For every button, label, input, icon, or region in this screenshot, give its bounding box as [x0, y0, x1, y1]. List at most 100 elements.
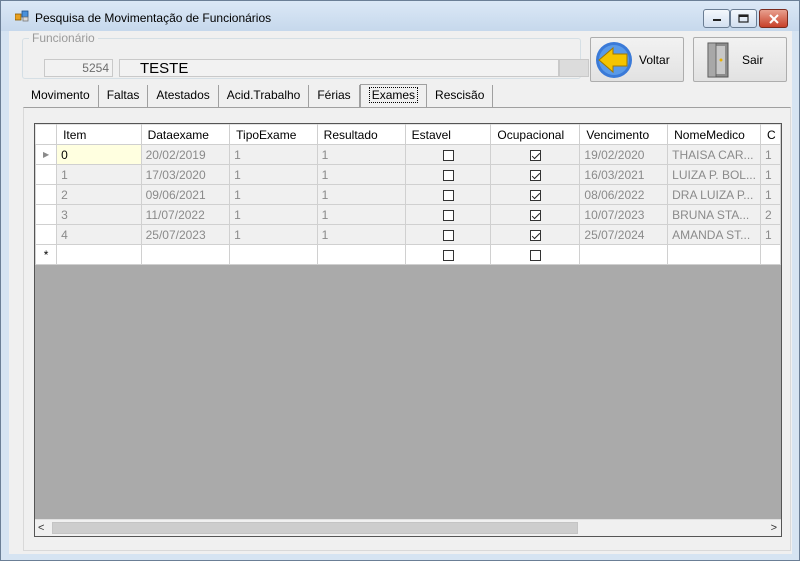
row-header-new[interactable]: * — [35, 244, 58, 265]
cell-vencimento[interactable]: 16/03/2021 — [579, 164, 669, 185]
employee-code-field[interactable]: 5254 — [44, 59, 113, 77]
col-header-dataexame[interactable]: Dataexame — [140, 124, 231, 145]
table-row[interactable]: 4 25/07/2023 1 1 25/07/2024 AMANDA ST...… — [35, 224, 781, 245]
cell-resultado[interactable]: 1 — [316, 204, 406, 225]
cell-nomemedico[interactable] — [667, 244, 761, 265]
cell-nomemedico[interactable]: LUIZA P. BOL... — [667, 164, 761, 185]
cell-vencimento[interactable]: 19/02/2020 — [579, 144, 669, 165]
row-header[interactable] — [35, 204, 58, 225]
cell-extra[interactable] — [759, 244, 781, 265]
title-bar[interactable]: Pesquisa de Movimentação de Funcionários — [1, 1, 799, 31]
cell-vencimento[interactable] — [579, 244, 669, 265]
cell-ocupacional[interactable] — [490, 244, 581, 265]
cell-nomemedico[interactable]: BRUNA STA... — [667, 204, 761, 225]
tab-ferias[interactable]: Férias — [309, 85, 360, 107]
exames-datagrid[interactable]: Item Dataexame TipoExame Resultado Estav… — [34, 123, 782, 537]
tab-faltas[interactable]: Faltas — [99, 85, 149, 107]
estavel-checkbox[interactable] — [442, 229, 454, 241]
corner-header[interactable] — [35, 124, 58, 145]
cell-extra[interactable]: 2 — [759, 204, 781, 225]
cell-tipoexame[interactable]: 1 — [229, 144, 318, 165]
scroll-left-arrow[interactable]: < — [38, 522, 44, 534]
table-row[interactable]: ▶ 0 20/02/2019 1 1 19/02/2020 THAISA CAR… — [35, 144, 781, 165]
close-button[interactable] — [759, 9, 788, 28]
cell-ocupacional[interactable] — [490, 164, 581, 185]
estavel-checkbox[interactable] — [442, 169, 454, 181]
employee-lookup-button[interactable] — [559, 59, 589, 77]
cell-estavel[interactable] — [404, 144, 492, 165]
cell-nomemedico[interactable]: DRA LUIZA P... — [667, 184, 761, 205]
ocupacional-checkbox[interactable] — [529, 149, 541, 161]
row-header[interactable] — [35, 184, 58, 205]
col-header-extra[interactable]: C — [759, 124, 781, 145]
cell-item[interactable]: 1 — [56, 164, 142, 185]
cell-tipoexame[interactable]: 1 — [229, 164, 318, 185]
cell-vencimento[interactable]: 08/06/2022 — [579, 184, 669, 205]
cell-dataexame[interactable] — [140, 244, 231, 265]
scroll-thumb[interactable] — [52, 522, 578, 534]
table-row[interactable]: 2 09/06/2021 1 1 08/06/2022 DRA LUIZA P.… — [35, 184, 781, 205]
cell-ocupacional[interactable] — [490, 184, 581, 205]
cell-resultado[interactable]: 1 — [316, 224, 406, 245]
cell-dataexame[interactable]: 25/07/2023 — [140, 224, 231, 245]
estavel-checkbox[interactable] — [442, 149, 454, 161]
cell-tipoexame[interactable]: 1 — [229, 184, 318, 205]
cell-ocupacional[interactable] — [490, 204, 581, 225]
cell-dataexame[interactable]: 09/06/2021 — [140, 184, 231, 205]
maximize-button[interactable] — [730, 9, 757, 28]
ocupacional-checkbox[interactable] — [529, 189, 541, 201]
cell-estavel[interactable] — [404, 244, 492, 265]
col-header-nomemedico[interactable]: NomeMedico — [667, 124, 761, 145]
col-header-tipoexame[interactable]: TipoExame — [229, 124, 318, 145]
col-header-item[interactable]: Item — [56, 124, 142, 145]
ocupacional-checkbox[interactable] — [529, 249, 541, 261]
employee-name-field[interactable]: TESTE — [119, 59, 559, 77]
cell-nomemedico[interactable]: AMANDA ST... — [667, 224, 761, 245]
cell-tipoexame[interactable] — [229, 244, 318, 265]
cell-resultado[interactable]: 1 — [316, 164, 406, 185]
estavel-checkbox[interactable] — [442, 189, 454, 201]
cell-resultado[interactable]: 1 — [316, 184, 406, 205]
row-header[interactable] — [35, 164, 58, 185]
ocupacional-checkbox[interactable] — [529, 169, 541, 181]
row-header-current[interactable]: ▶ — [35, 144, 58, 165]
cell-item[interactable] — [56, 244, 142, 265]
estavel-checkbox[interactable] — [442, 209, 454, 221]
row-header[interactable] — [35, 224, 58, 245]
tab-movimento[interactable]: Movimento — [23, 85, 99, 107]
new-row[interactable]: * — [35, 244, 781, 265]
ocupacional-checkbox[interactable] — [529, 209, 541, 221]
cell-extra[interactable]: 1 — [759, 144, 781, 165]
cell-estavel[interactable] — [404, 224, 492, 245]
cell-item[interactable]: 4 — [56, 224, 142, 245]
cell-vencimento[interactable]: 10/07/2023 — [579, 204, 669, 225]
ocupacional-checkbox[interactable] — [529, 229, 541, 241]
cell-dataexame[interactable]: 20/02/2019 — [140, 144, 231, 165]
cell-ocupacional[interactable] — [490, 144, 581, 165]
cell-item[interactable]: 0 — [56, 144, 142, 165]
cell-dataexame[interactable]: 11/07/2022 — [140, 204, 231, 225]
cell-nomemedico[interactable]: THAISA CAR... — [667, 144, 761, 165]
cell-estavel[interactable] — [404, 184, 492, 205]
voltar-button[interactable]: Voltar — [590, 37, 684, 82]
col-header-resultado[interactable]: Resultado — [316, 124, 406, 145]
tab-atestados[interactable]: Atestados — [148, 85, 219, 107]
col-header-ocupacional[interactable]: Ocupacional — [490, 124, 581, 145]
cell-vencimento[interactable]: 25/07/2024 — [579, 224, 669, 245]
cell-ocupacional[interactable] — [490, 224, 581, 245]
col-header-vencimento[interactable]: Vencimento — [579, 124, 669, 145]
cell-tipoexame[interactable]: 1 — [229, 204, 318, 225]
cell-item[interactable]: 2 — [56, 184, 142, 205]
cell-estavel[interactable] — [404, 164, 492, 185]
cell-tipoexame[interactable]: 1 — [229, 224, 318, 245]
cell-extra[interactable]: 1 — [759, 224, 781, 245]
scroll-right-arrow[interactable]: > — [771, 522, 777, 534]
tab-rescisao[interactable]: Rescisão — [427, 85, 494, 107]
cell-dataexame[interactable]: 17/03/2020 — [140, 164, 231, 185]
minimize-button[interactable] — [703, 9, 730, 28]
estavel-checkbox[interactable] — [442, 249, 454, 261]
table-row[interactable]: 1 17/03/2020 1 1 16/03/2021 LUIZA P. BOL… — [35, 164, 781, 185]
cell-item[interactable]: 3 — [56, 204, 142, 225]
table-row[interactable]: 3 11/07/2022 1 1 10/07/2023 BRUNA STA...… — [35, 204, 781, 225]
horizontal-scrollbar[interactable]: < > — [35, 519, 781, 536]
